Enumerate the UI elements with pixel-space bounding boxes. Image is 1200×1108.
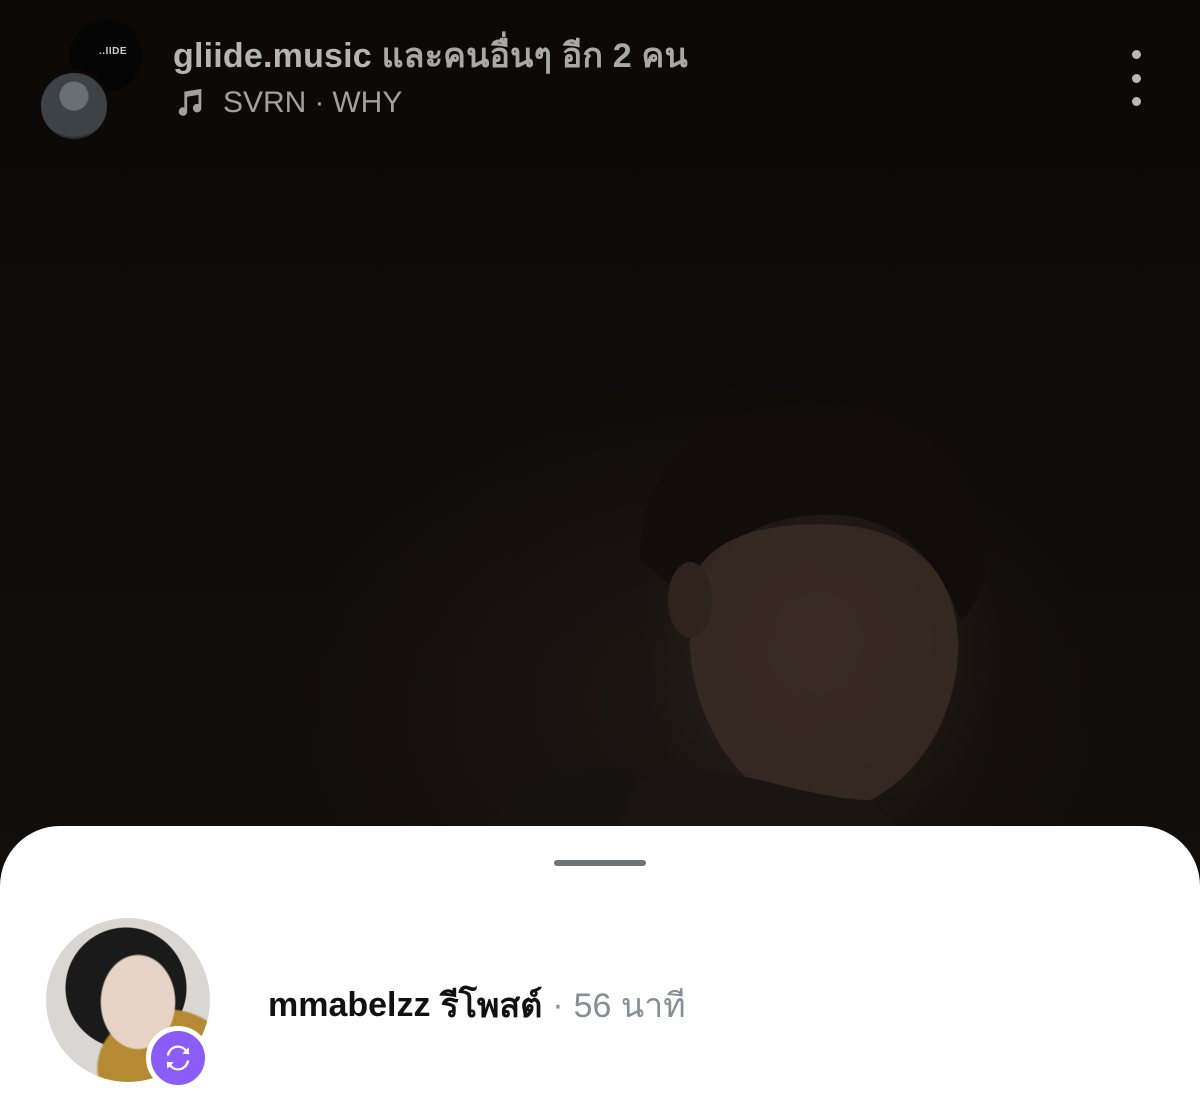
repost-timestamp: 56 นาที xyxy=(573,987,686,1025)
story-others-text: และคนอื่นๆ อีก 2 คน xyxy=(381,37,688,75)
repost-sheet[interactable]: mmabelzz รีโพสต์ · 56 นาที xyxy=(0,826,1200,1108)
brand-avatar-text: ..IIDE xyxy=(98,45,127,57)
story-title[interactable]: gliide.music และคนอื่นๆ อีก 2 คน xyxy=(173,28,688,82)
music-artist: SVRN xyxy=(223,86,307,119)
reposter-username[interactable]: mmabelzz xyxy=(268,986,431,1025)
music-song: WHY xyxy=(332,86,403,119)
story-username[interactable]: gliide.music xyxy=(173,37,372,75)
repost-badge xyxy=(146,1026,210,1090)
story-avatars[interactable]: ..IIDE xyxy=(38,20,148,142)
repost-action-label: รีโพสต์ xyxy=(440,987,543,1025)
user-avatar[interactable] xyxy=(38,70,110,142)
repost-icon xyxy=(166,1045,190,1071)
repost-info: mmabelzz รีโพสต์ · 56 นาที xyxy=(268,978,686,1032)
more-vertical-icon xyxy=(1131,50,1141,59)
music-separator: · xyxy=(314,86,325,119)
sheet-drag-handle[interactable] xyxy=(554,860,646,866)
music-note-icon xyxy=(178,88,202,116)
music-info[interactable]: SVRN · WHY xyxy=(173,86,402,120)
repost-separator: · xyxy=(552,985,564,1024)
more-options-button[interactable] xyxy=(1118,50,1154,106)
